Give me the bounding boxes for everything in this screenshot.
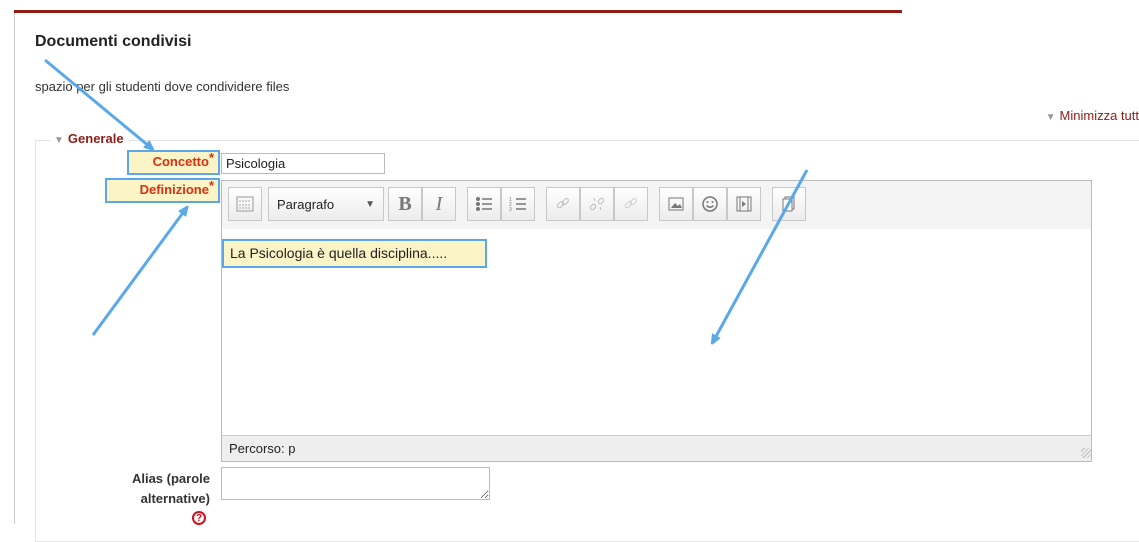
paragraph-format-select[interactable]: Paragrafo ▼ [268,187,384,221]
editor-path-bar: Percorso: p [222,435,1091,461]
ordered-list-button[interactable]: 123 [501,187,535,221]
resize-grip-icon[interactable] [1081,448,1091,458]
concept-label-text: Concetto [152,154,209,169]
italic-icon: I [435,192,443,215]
image-button[interactable] [659,187,693,221]
file-picker-button[interactable] [772,187,806,221]
chevron-down-icon: ▼ [365,198,375,210]
link-file-button[interactable] [614,187,648,221]
link-file-icon [624,198,637,209]
section-description: spazio per gli studenti dove condividere… [35,79,290,94]
editor-toolbar: Paragrafo ▼ B I 123 [222,181,1091,230]
alias-label-line2: alternative) [140,491,210,506]
unlink-button[interactable] [580,187,614,221]
help-icon[interactable]: ? [192,511,206,525]
page-left-border [14,13,15,524]
ordered-list-icon: 123 [509,197,526,212]
toolbar-toggle-icon [236,196,254,212]
image-icon [668,197,684,211]
page-top-border [14,10,902,13]
unordered-list-icon [476,197,492,211]
svg-text:3: 3 [509,207,512,212]
definition-text: La Psicologia è quella disciplina..... [222,239,487,268]
media-button[interactable] [727,187,761,221]
link-icon [556,198,569,209]
collapse-all-link[interactable]: ▼ Minimizza tutt [1046,108,1139,123]
italic-button[interactable]: I [422,187,456,221]
collapse-triangle-icon: ▼ [1045,112,1056,123]
unlink-icon [589,197,605,211]
page-title: Documenti condivisi [35,33,192,50]
required-icon: * [208,178,214,193]
general-legend[interactable]: ▼ Generale [50,131,128,146]
link-button[interactable] [546,187,580,221]
alias-textarea[interactable] [221,467,490,500]
alias-label-line1: Alias (parole [131,471,210,486]
format-select-value: Paragrafo [277,196,335,212]
expand-triangle-icon: ▼ [54,135,64,146]
bold-button[interactable]: B [388,187,422,221]
collapse-all-label: Minimizza tutt [1059,108,1139,123]
emoticon-button[interactable] [693,187,727,221]
definition-label: Definizione* [105,178,220,203]
file-picker-icon [782,196,795,212]
unordered-list-button[interactable] [467,187,501,221]
media-icon [736,196,752,212]
legend-label: Generale [67,131,124,146]
bold-icon: B [398,192,412,215]
definition-label-text: Definizione [139,182,209,197]
concept-input[interactable] [221,153,385,174]
toolbar-toggle-button[interactable] [228,187,262,221]
required-icon: * [208,150,214,165]
emoticon-icon [702,196,718,212]
concept-label: Concetto* [127,150,220,175]
